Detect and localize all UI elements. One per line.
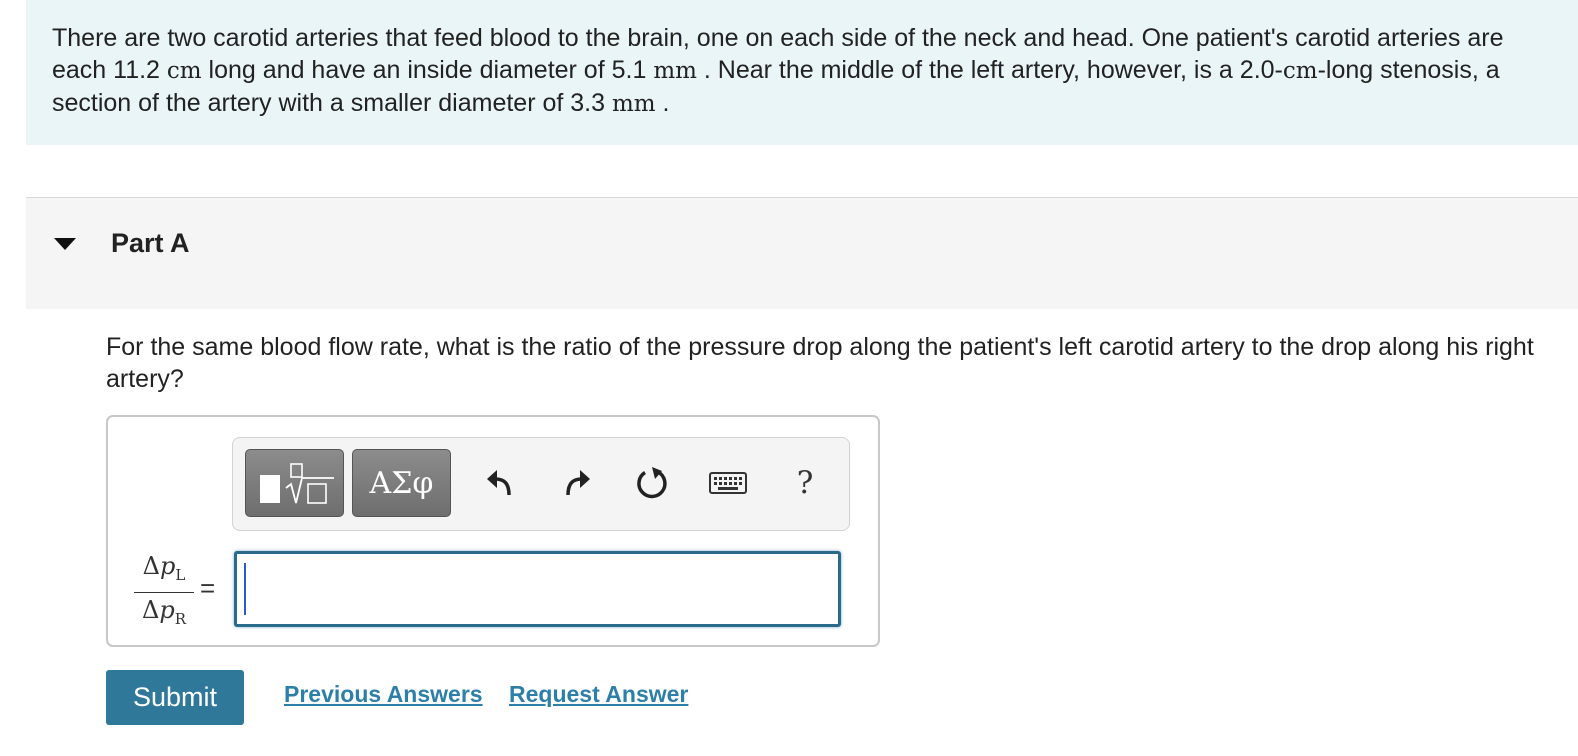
reset-icon	[637, 467, 667, 499]
part-title: Part A	[111, 228, 190, 258]
problem-text-seg5: .	[655, 89, 670, 117]
answer-box: ΑΣφ ? ΔpL ΔpR =	[106, 415, 880, 647]
delta-symbol: Δ	[142, 552, 160, 580]
templates-button[interactable]	[245, 449, 344, 517]
text-cursor	[244, 563, 246, 615]
problem-statement-panel: There are two carotid arteries that feed…	[26, 0, 1578, 145]
previous-answers-link[interactable]: Previous Answers	[284, 681, 483, 708]
greek-symbols-button[interactable]: ΑΣφ	[352, 449, 451, 517]
unit-cm: cm	[1282, 58, 1318, 84]
unit-mm: mm	[611, 91, 656, 117]
fraction-bar	[134, 591, 194, 593]
subscript-left: L	[175, 565, 186, 584]
subscript-right: R	[174, 609, 186, 628]
problem-text: There are two carotid arteries that feed…	[52, 22, 1552, 120]
help-button[interactable]: ?	[783, 460, 827, 506]
unit-cm: cm	[166, 58, 202, 84]
delta-symbol: Δ	[141, 595, 160, 624]
reset-button[interactable]	[630, 460, 674, 506]
question-text: For the same blood flow rate, what is th…	[106, 333, 1534, 393]
submit-button[interactable]: Submit	[106, 670, 244, 725]
pressure-variable: p	[159, 595, 175, 624]
fraction-numerator: ΔpL	[134, 551, 194, 590]
equals-sign: =	[200, 573, 216, 603]
pressure-variable: p	[160, 552, 176, 580]
keyboard-button[interactable]	[706, 460, 750, 506]
answer-input[interactable]	[234, 551, 841, 627]
redo-icon	[566, 470, 590, 496]
undo-button[interactable]	[478, 460, 522, 506]
fraction-denominator: ΔpR	[134, 595, 194, 634]
undo-icon	[487, 470, 511, 496]
problem-text-seg2: long and have an inside diameter of 5.1	[201, 56, 654, 84]
templates-icon	[260, 463, 334, 504]
greek-symbols-icon: ΑΣφ	[369, 465, 434, 501]
request-answer-link[interactable]: Request Answer	[509, 681, 688, 708]
redo-button[interactable]	[555, 460, 599, 506]
ratio-fraction-label: ΔpL ΔpR	[134, 551, 194, 634]
problem-text-seg3: . Near the middle of the left artery, ho…	[696, 56, 1283, 84]
unit-mm: mm	[653, 58, 697, 84]
help-icon: ?	[796, 465, 814, 501]
part-a-header[interactable]: Part A	[26, 198, 1578, 309]
math-toolbar: ΑΣφ ?	[232, 437, 850, 531]
collapse-caret-icon[interactable]	[54, 238, 76, 250]
keyboard-icon	[709, 472, 747, 494]
